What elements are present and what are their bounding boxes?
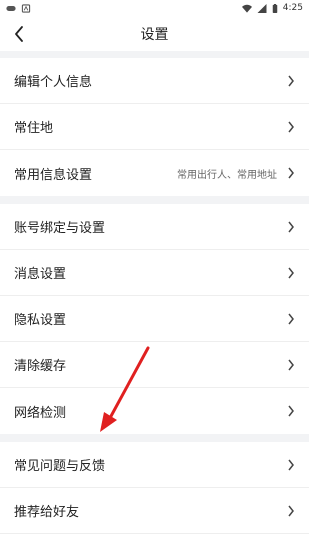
row-clear-cache[interactable]: 清除缓存 bbox=[0, 342, 309, 388]
battery-icon bbox=[272, 3, 278, 13]
settings-group-account: 账号绑定与设置 消息设置 隐私设置 清除缓存 网络检测 bbox=[0, 204, 309, 434]
status-bar: 4:25 bbox=[0, 0, 309, 16]
status-bar-left bbox=[6, 3, 31, 13]
row-label: 编辑个人信息 bbox=[14, 75, 93, 90]
row-account-binding[interactable]: 账号绑定与设置 bbox=[0, 204, 309, 250]
page-title: 设置 bbox=[140, 26, 169, 43]
signal-icon bbox=[257, 3, 267, 13]
row-label: 常用信息设置 bbox=[14, 167, 93, 183]
row-privacy-settings[interactable]: 隐私设置 bbox=[0, 296, 309, 342]
section-divider bbox=[0, 434, 309, 442]
row-faq-feedback[interactable]: 常见问题与反馈 bbox=[0, 442, 309, 488]
chevron-right-icon bbox=[288, 121, 294, 132]
chevron-right-icon bbox=[288, 75, 294, 86]
row-label: 隐私设置 bbox=[14, 313, 67, 328]
row-edit-profile[interactable]: 编辑个人信息 bbox=[0, 58, 309, 104]
back-arrow-icon bbox=[15, 26, 23, 42]
row-common-info[interactable]: 常用信息设置 常用出行人、常用地址 bbox=[0, 150, 309, 196]
chevron-right-icon bbox=[288, 221, 294, 232]
chevron-right-icon bbox=[288, 505, 294, 516]
section-divider bbox=[0, 196, 309, 204]
status-bar-right: 4:25 bbox=[241, 3, 303, 13]
wifi-icon bbox=[241, 4, 252, 13]
chevron-right-icon bbox=[288, 359, 294, 370]
chevron-right-icon bbox=[288, 405, 294, 417]
row-message-settings[interactable]: 消息设置 bbox=[0, 250, 309, 296]
settings-group-help: 常见问题与反馈 推荐给好友 bbox=[0, 442, 309, 534]
chevron-right-icon bbox=[288, 459, 294, 470]
section-divider bbox=[0, 51, 309, 58]
chevron-right-icon bbox=[288, 267, 294, 278]
row-residence[interactable]: 常住地 bbox=[0, 104, 309, 150]
status-time: 4:25 bbox=[282, 3, 303, 13]
back-button[interactable] bbox=[6, 21, 32, 47]
row-label: 账号绑定与设置 bbox=[14, 221, 106, 236]
row-label: 清除缓存 bbox=[14, 359, 67, 374]
row-label: 网络检测 bbox=[14, 405, 67, 421]
nav-bar: 设置 bbox=[0, 16, 309, 51]
row-label: 消息设置 bbox=[14, 267, 67, 282]
row-label: 常住地 bbox=[14, 121, 54, 136]
game-controller-icon bbox=[6, 5, 16, 11]
settings-group-profile: 编辑个人信息 常住地 常用信息设置 常用出行人、常用地址 bbox=[0, 58, 309, 196]
row-label: 推荐给好友 bbox=[14, 505, 80, 520]
row-recommend-friends[interactable]: 推荐给好友 bbox=[0, 488, 309, 534]
row-label: 常见问题与反馈 bbox=[14, 459, 106, 474]
chevron-right-icon bbox=[288, 313, 294, 324]
chevron-right-icon bbox=[288, 167, 294, 179]
app-notification-icon bbox=[21, 3, 31, 13]
row-value: 常用出行人、常用地址 bbox=[177, 169, 277, 181]
row-network-check[interactable]: 网络检测 bbox=[0, 388, 309, 434]
